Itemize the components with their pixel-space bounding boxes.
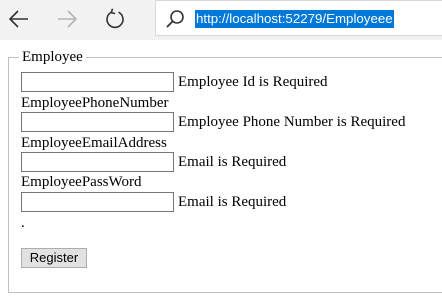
fieldset-legend: Employee [19, 48, 86, 66]
trailing-text: . [21, 215, 25, 231]
browser-toolbar: http://localhost:52279/Employeee [0, 0, 442, 40]
password-label: EmployeePassWord [21, 174, 142, 190]
email-address-input[interactable] [21, 152, 174, 172]
search-icon [166, 10, 184, 28]
phone-number-input[interactable] [21, 112, 174, 132]
back-button[interactable] [3, 4, 35, 34]
email-address-error: Email is Required [178, 154, 287, 170]
arrow-right-icon [58, 10, 78, 28]
password-error: Email is Required [178, 194, 287, 210]
address-bar[interactable]: http://localhost:52279/Employeee [155, 0, 442, 36]
phone-number-label: EmployeePhoneNumber [21, 95, 169, 111]
email-address-label: EmployeeEmailAddress [21, 135, 167, 151]
password-input[interactable] [21, 192, 174, 212]
forward-button[interactable] [51, 4, 83, 34]
phone-number-error: Employee Phone Number is Required [178, 114, 406, 130]
employee-id-input[interactable] [21, 72, 174, 92]
register-button[interactable]: Register [21, 248, 87, 268]
arrow-left-icon [8, 10, 28, 28]
url-text[interactable]: http://localhost:52279/Employeee [195, 10, 394, 28]
refresh-icon [106, 8, 124, 29]
refresh-button[interactable] [99, 4, 131, 34]
employee-id-error: Employee Id is Required [178, 74, 328, 90]
